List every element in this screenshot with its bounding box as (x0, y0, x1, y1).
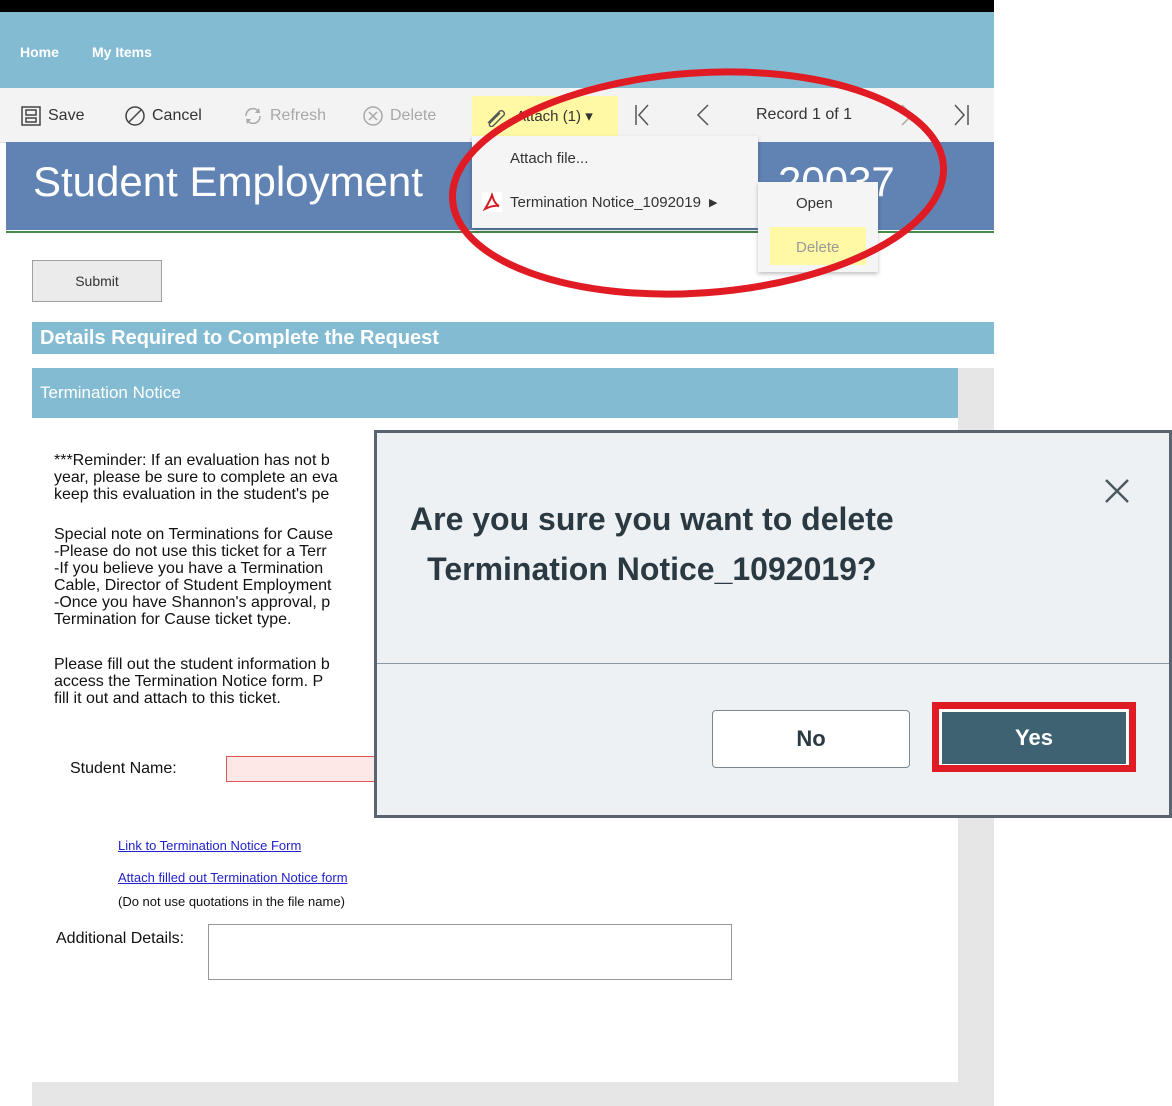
prev-record-icon[interactable] (694, 102, 712, 128)
refresh-label: Refresh (270, 107, 327, 124)
nav-home[interactable]: Home (20, 44, 59, 60)
submit-button[interactable]: Submit (32, 260, 162, 302)
file-name-note: (Do not use quotations in the file name) (118, 894, 345, 909)
first-record-icon[interactable] (634, 102, 652, 128)
no-button[interactable]: No (712, 710, 910, 768)
attach-file-item[interactable]: Attach file... (510, 150, 588, 167)
save-icon (21, 106, 41, 126)
record-counter: Record 1 of 1 (756, 106, 853, 123)
attachment-name: Termination Notice_1092019 (510, 193, 701, 211)
attach-form-link[interactable]: Attach filled out Termination Notice for… (118, 870, 348, 885)
cancel-icon (125, 106, 145, 126)
student-name-input[interactable] (226, 756, 386, 782)
section-title: Details Required to Complete the Request (32, 322, 994, 354)
refresh-button[interactable]: Refresh (242, 105, 326, 127)
delete-icon (363, 106, 383, 126)
last-record-icon[interactable] (952, 102, 970, 128)
delete-button[interactable]: Delete (362, 105, 436, 127)
nav-my-items[interactable]: My Items (92, 44, 152, 60)
yes-button[interactable]: Yes (942, 712, 1126, 764)
additional-details-input[interactable] (208, 924, 732, 980)
open-item[interactable]: Open (796, 195, 833, 212)
attachment-item[interactable]: Termination Notice_1092019 ▶ (482, 192, 717, 212)
additional-details-label: Additional Details: (56, 930, 185, 947)
special-note-text: Special note on Terminations for Cause -… (54, 526, 333, 628)
termination-form-link[interactable]: Link to Termination Notice Form (118, 838, 301, 853)
paperclip-icon (487, 110, 505, 127)
instructions-text: Please fill out the student information … (54, 656, 330, 707)
submenu-arrow-icon: ▶ (708, 196, 718, 209)
cancel-label: Cancel (152, 107, 202, 124)
save-label: Save (48, 107, 85, 124)
reminder-text: ***Reminder: If an evaluation has not b … (54, 452, 338, 503)
dialog-divider (377, 663, 1169, 664)
delete-label: Delete (390, 107, 437, 124)
pdf-icon (482, 192, 502, 212)
next-record-icon[interactable] (898, 102, 916, 128)
close-icon[interactable] (1100, 474, 1134, 508)
student-name-label: Student Name: (70, 760, 177, 777)
attach-label: Attach (1) ▾ (516, 108, 593, 125)
nav-bar: Home My Items (0, 12, 994, 88)
refresh-icon (245, 107, 261, 125)
page-title: Student Employment (33, 158, 423, 205)
page-footer (32, 1082, 994, 1106)
attach-menu: Attach file... Termination Notice_109201… (472, 136, 758, 228)
dialog-message: Are you sure you want to delete Terminat… (410, 501, 894, 587)
attach-button[interactable]: Attach (1) ▾ (484, 105, 593, 127)
save-button[interactable]: Save (20, 105, 84, 127)
delete-item[interactable]: Delete (796, 239, 839, 256)
cancel-button[interactable]: Cancel (124, 105, 202, 127)
subsection-title: Termination Notice (32, 368, 958, 418)
top-border (0, 0, 994, 12)
